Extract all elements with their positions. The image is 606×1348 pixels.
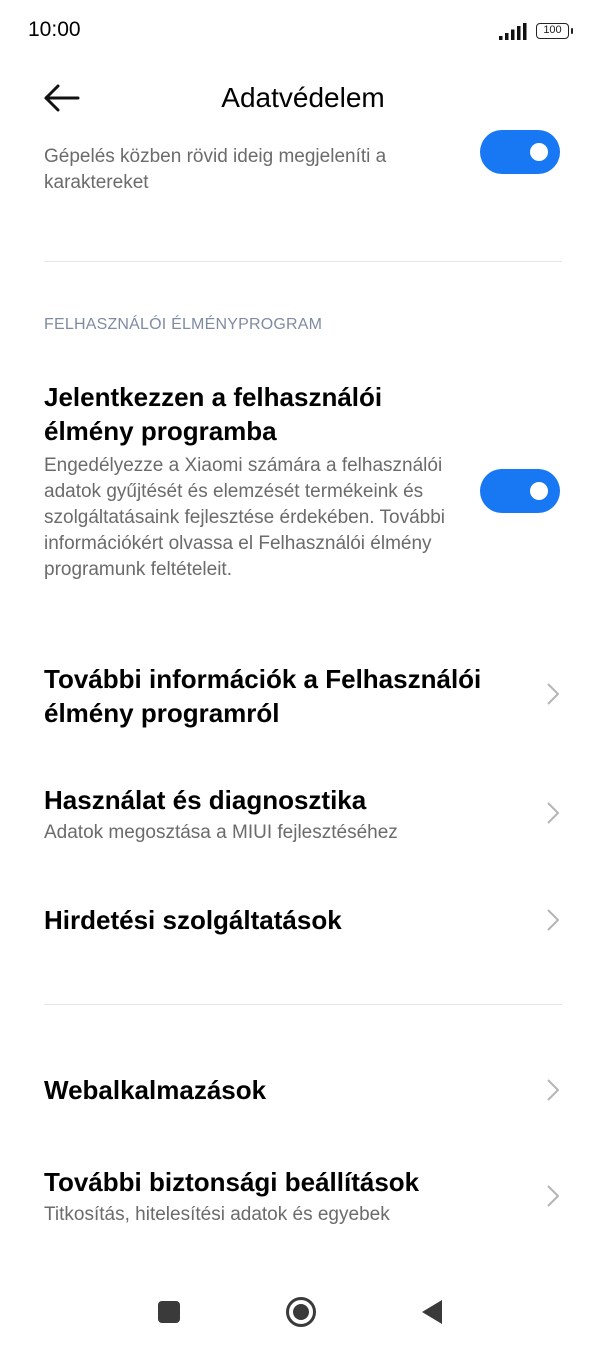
ux-program-row[interactable]: Jelentkezzen a felhasználói élmény progr… (44, 380, 469, 583)
triangle-left-icon[interactable] (420, 1299, 444, 1325)
navigation-bar (0, 1274, 606, 1348)
signal-icon (499, 23, 527, 40)
chevron-right-icon (547, 1079, 559, 1101)
battery-level: 100 (543, 24, 562, 36)
show-chars-row[interactable]: Gépelés közben rövid ideig megjeleníti a… (44, 144, 444, 196)
security-settings-subtitle: Titkosítás, hitelesítési adatok és egyeb… (44, 1204, 390, 1225)
ux-program-toggle[interactable] (480, 469, 560, 513)
circle-icon[interactable] (285, 1296, 317, 1328)
more-info-title: További információk a Felhasználói élmén… (44, 664, 482, 728)
status-time: 10:00 (28, 18, 81, 41)
ux-program-title: Jelentkezzen a felhasználói élmény progr… (44, 382, 383, 446)
ad-services-row[interactable]: Hirdetési szolgáltatások (44, 903, 514, 937)
show-chars-subtitle: Gépelés közben rövid ideig megjeleníti a… (44, 146, 387, 193)
status-bar: 10:00 100 (0, 0, 606, 64)
more-info-row[interactable]: További információk a Felhasználói élmén… (44, 662, 514, 730)
usage-diagnostics-title: Használat és diagnosztika (44, 785, 367, 815)
header: Adatvédelem (0, 64, 606, 136)
chevron-right-icon (547, 1185, 559, 1207)
divider (44, 1004, 562, 1005)
usage-diagnostics-subtitle: Adatok megosztása a MIUI fejlesztéséhez (44, 822, 398, 843)
toggle-knob (530, 482, 548, 500)
square-icon[interactable] (157, 1300, 181, 1324)
security-settings-title: További biztonsági beállítások (44, 1167, 420, 1197)
security-settings-row[interactable]: További biztonsági beállítások Titkosítá… (44, 1165, 514, 1228)
web-apps-row[interactable]: Webalkalmazások (44, 1073, 514, 1107)
battery-icon: 100 (536, 23, 569, 39)
page-title: Adatvédelem (221, 82, 385, 113)
chevron-right-icon (547, 802, 559, 824)
ux-program-subtitle: Engedélyezze a Xiaomi számára a felhaszn… (44, 455, 446, 580)
chevron-right-icon (547, 909, 559, 931)
web-apps-title: Webalkalmazások (44, 1075, 267, 1105)
battery-nub (571, 28, 573, 34)
toggle-knob (530, 143, 548, 161)
chevron-right-icon (547, 683, 559, 705)
show-chars-toggle[interactable] (480, 130, 560, 174)
divider (44, 261, 562, 262)
usage-diagnostics-row[interactable]: Használat és diagnosztika Adatok megoszt… (44, 783, 514, 846)
ad-services-title: Hirdetési szolgáltatások (44, 905, 342, 935)
section-header: FELHASZNÁLÓI ÉLMÉNYPROGRAM (44, 316, 323, 333)
